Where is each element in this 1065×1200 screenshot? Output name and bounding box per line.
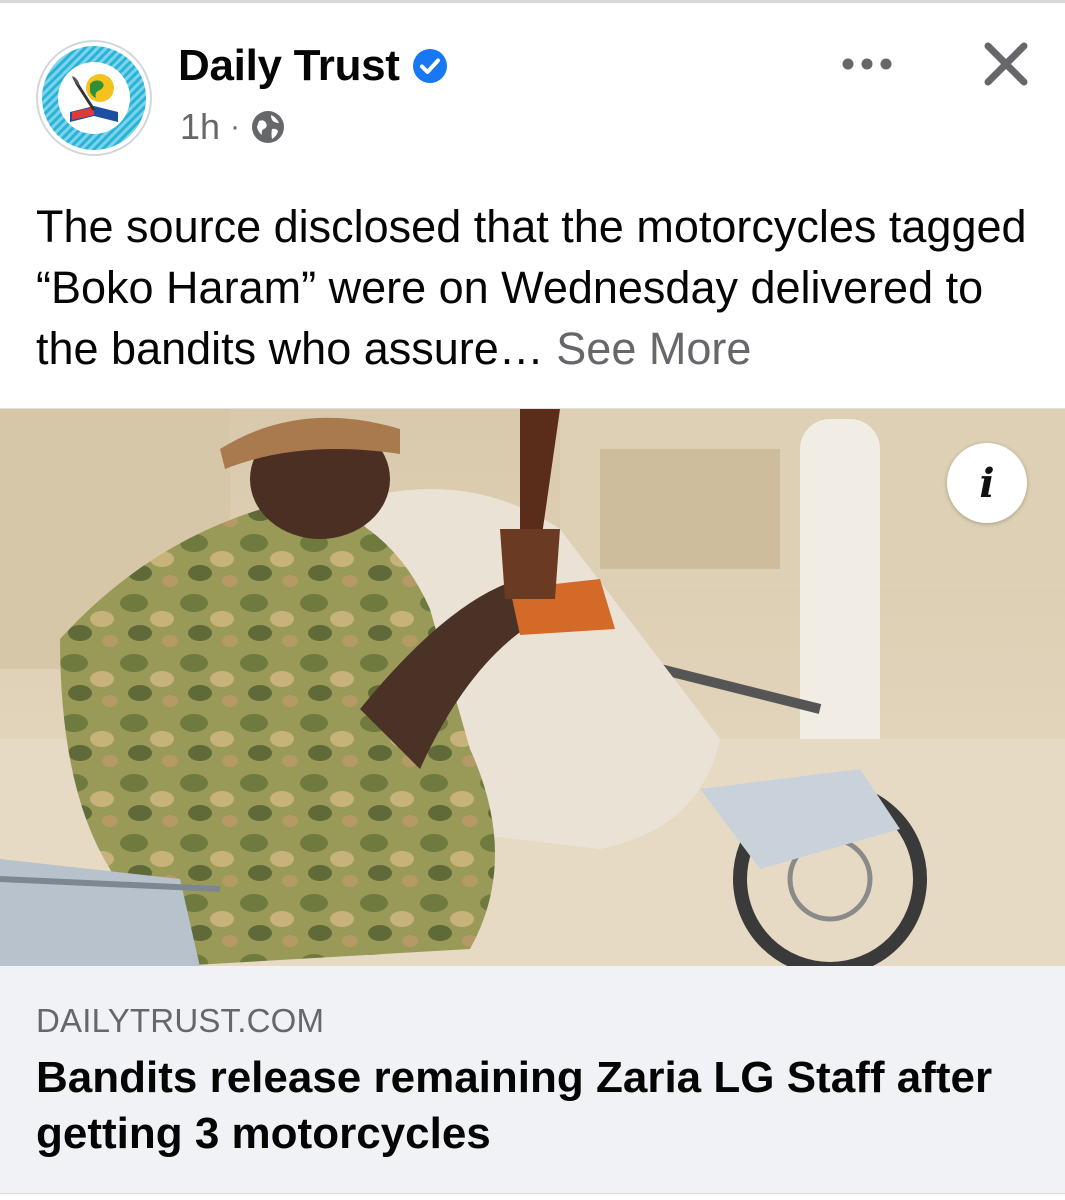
facebook-post-card: Daily Trust 1h · The source disclosed th…: [0, 0, 1065, 1200]
more-horizontal-icon: [842, 58, 892, 70]
verified-badge-icon: [412, 48, 448, 84]
see-more-link[interactable]: See More: [556, 323, 751, 374]
post-text: The source disclosed that the motorcycle…: [36, 196, 1036, 379]
image-info-button[interactable]: i: [947, 443, 1027, 523]
globe-icon[interactable]: [250, 109, 286, 145]
link-preview-footer[interactable]: DAILYTRUST.COM Bandits release remaining…: [0, 966, 1065, 1194]
close-button[interactable]: [978, 36, 1034, 92]
post-timestamp[interactable]: 1h: [180, 106, 220, 148]
page-avatar[interactable]: [36, 40, 152, 156]
meta-separator: ·: [230, 110, 241, 143]
post-meta: 1h ·: [180, 104, 286, 150]
top-divider: [0, 0, 1065, 3]
link-title[interactable]: Bandits release remaining Zaria LG Staff…: [36, 1050, 1036, 1162]
daily-trust-logo-icon: [42, 46, 146, 150]
link-domain: DAILYTRUST.COM: [36, 1002, 325, 1039]
close-icon: [984, 42, 1028, 86]
info-icon: i: [979, 459, 995, 507]
page-name[interactable]: Daily Trust: [178, 41, 400, 91]
post-body: The source disclosed that the motorcycle…: [36, 201, 1027, 374]
more-options-button[interactable]: [836, 44, 898, 84]
link-preview-image[interactable]: [0, 408, 1065, 967]
article-photo: [0, 409, 1065, 967]
page-name-row: Daily Trust: [178, 40, 448, 92]
